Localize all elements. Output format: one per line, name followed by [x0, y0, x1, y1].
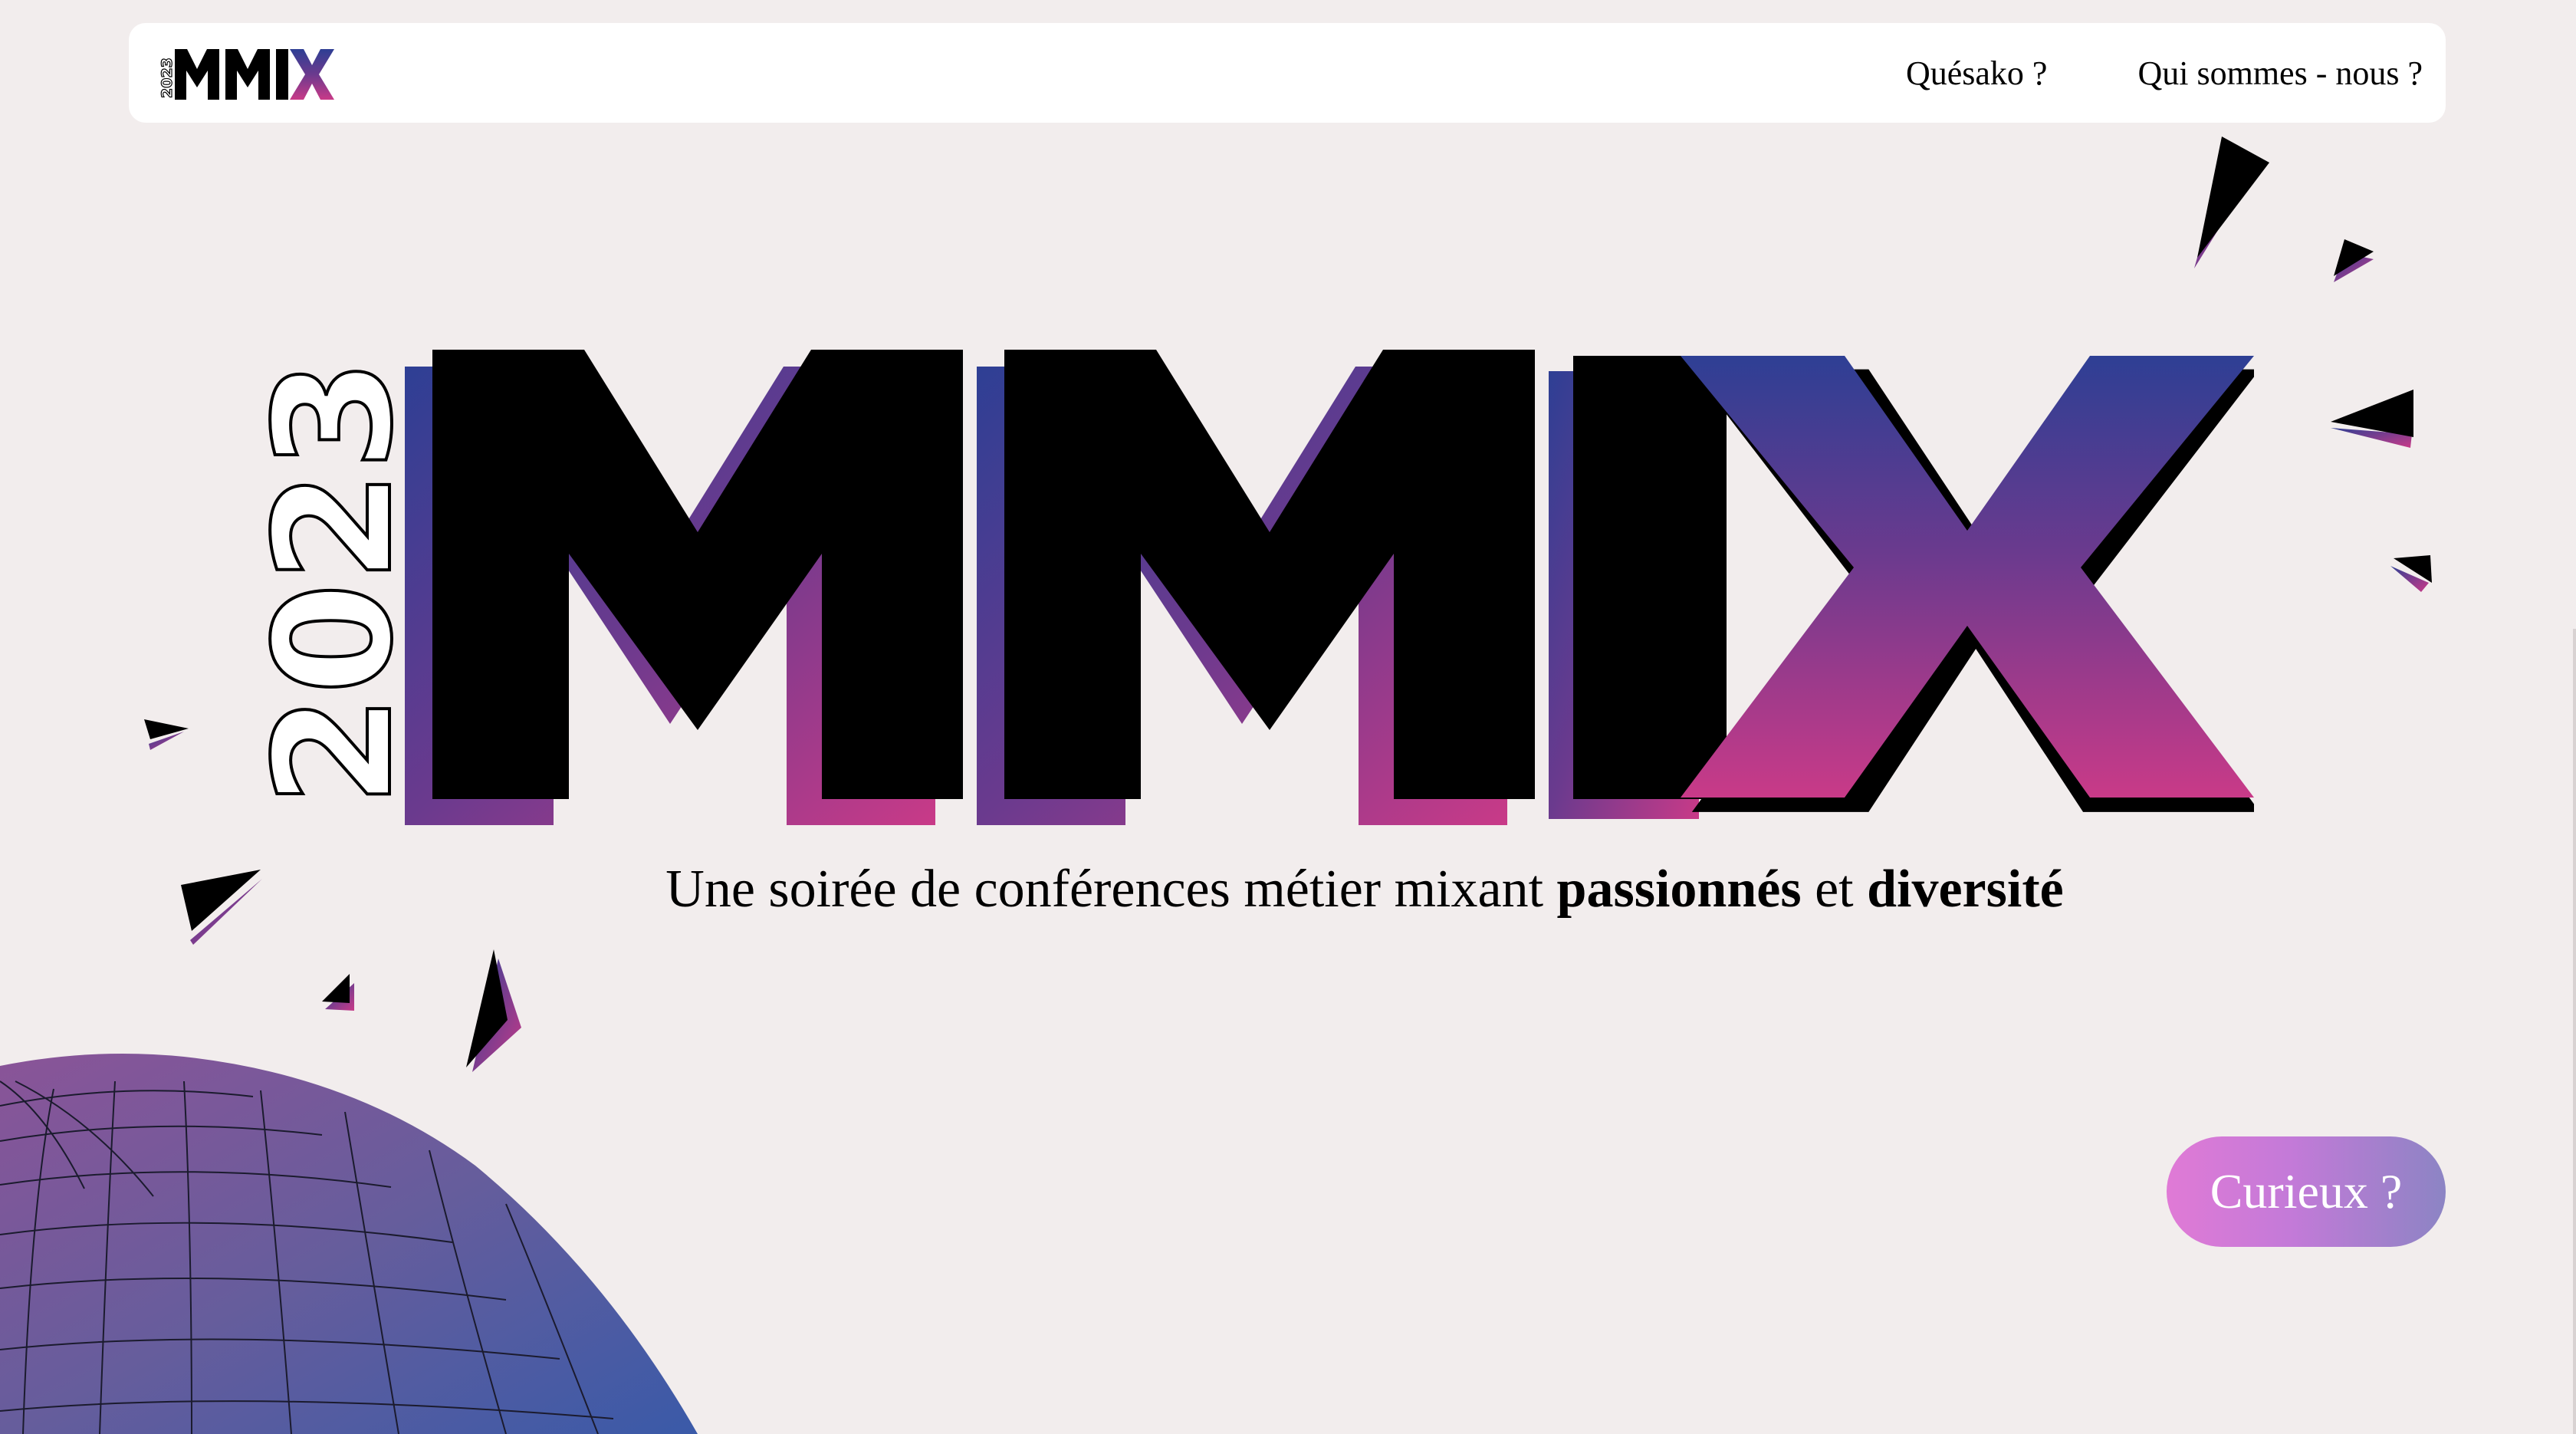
shard	[322, 974, 354, 1011]
nav-link-qui-sommes-nous[interactable]: Qui sommes - nous ?	[2137, 54, 2423, 93]
curieux-button[interactable]: Curieux ?	[2167, 1136, 2446, 1247]
nav-links: Quésako ? Qui sommes - nous ?	[1906, 23, 2423, 123]
tagline-text-start: Une soirée de conférences métier mixant	[665, 860, 1557, 919]
navbar: 2023 Quésako ? Qui sommes - nous ?	[129, 23, 2446, 123]
shard	[2194, 136, 2269, 268]
tagline-bold-passionnes: passionnés	[1556, 860, 1802, 919]
shard	[2390, 555, 2432, 592]
tagline-text-mid: et	[1801, 860, 1868, 919]
globe-decoration	[0, 1054, 698, 1434]
hero-logo: 2023	[238, 350, 2254, 825]
nav-logo-year: 2023	[159, 58, 176, 98]
hero-year: 2023	[240, 359, 428, 807]
scroll-edge	[2573, 629, 2576, 1434]
hero-letter-i	[1549, 356, 1727, 819]
hero-letter-m-1	[405, 350, 963, 825]
hero-tagline: Une soirée de conférences métier mixant …	[0, 859, 2576, 920]
shard	[144, 719, 189, 750]
hero-letter-x	[1681, 356, 2254, 812]
nav-logo-letters	[175, 49, 334, 100]
nav-logo[interactable]: 2023	[152, 37, 382, 110]
nav-link-quesako[interactable]: Quésako ?	[1906, 54, 2048, 93]
tagline-bold-diversite: diversité	[1867, 860, 2064, 919]
shard	[2334, 239, 2374, 282]
hero-letter-m-2	[977, 350, 1535, 825]
shard	[2331, 390, 2413, 448]
